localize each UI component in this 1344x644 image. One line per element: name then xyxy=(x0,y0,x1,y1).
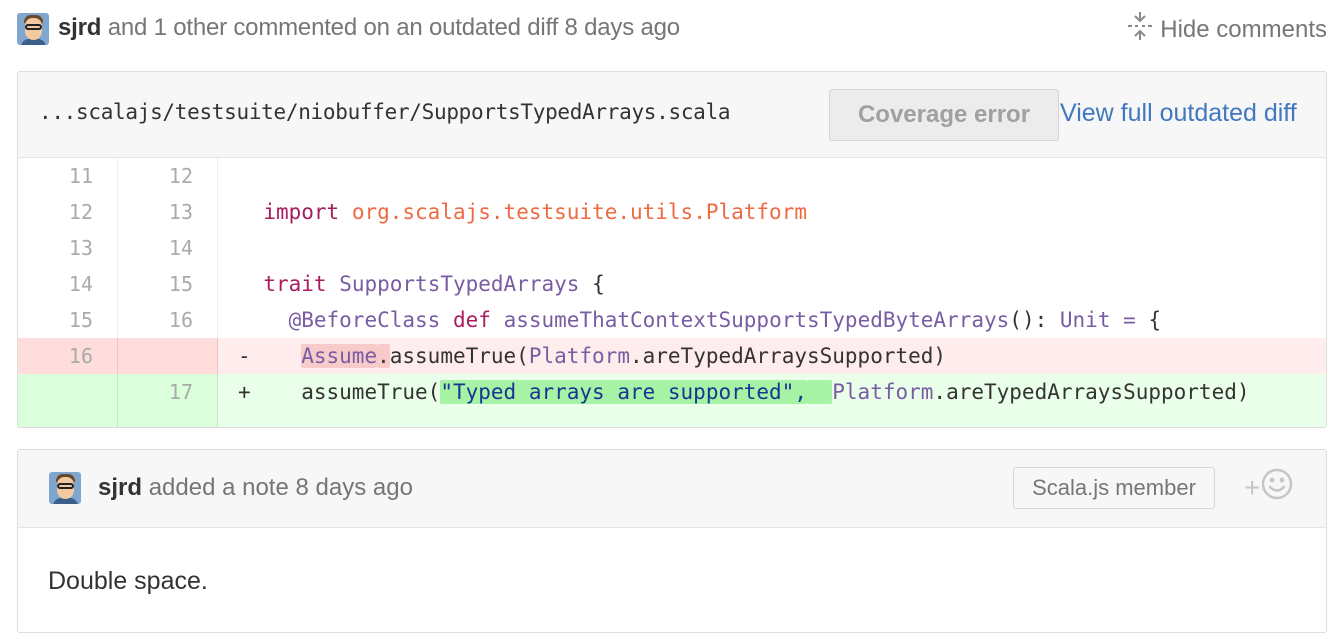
hide-comments-label: Hide comments xyxy=(1160,15,1327,43)
old-line-number[interactable]: 14 xyxy=(18,266,118,302)
type-token: Platform xyxy=(832,380,934,404)
diff-line: 13 14 xyxy=(18,230,1326,266)
event-summary: sjrd and 1 other commented on an outdate… xyxy=(58,14,680,42)
brace-token: { xyxy=(1148,308,1162,332)
new-line-number[interactable]: 13 xyxy=(118,194,218,230)
diff-sign xyxy=(238,308,251,332)
smiley-icon xyxy=(1260,468,1293,507)
avatar[interactable] xyxy=(49,472,81,504)
author-link[interactable]: sjrd xyxy=(98,474,142,501)
file-path: ...scalajs/testsuite/niobuffer/SupportsT… xyxy=(39,100,731,124)
diff-sign xyxy=(238,272,251,296)
new-line-number[interactable]: 16 xyxy=(118,302,218,338)
code-line: @BeforeClass def assumeThatContextSuppor… xyxy=(218,302,1162,338)
new-line-number[interactable]: 17 xyxy=(118,374,218,410)
deleted-token: Assume xyxy=(301,344,378,368)
diff-table: 11 12 12 13 import org.scalajs.testsuite… xyxy=(18,158,1326,427)
old-line-number[interactable]: 15 xyxy=(18,302,118,338)
added-space xyxy=(806,380,833,404)
diff-line: 14 15 trait SupportsTypedArrays { xyxy=(18,266,1326,302)
add-reaction-button[interactable]: + xyxy=(1244,468,1293,507)
old-line-number[interactable] xyxy=(18,374,118,410)
code-line: trait SupportsTypedArrays { xyxy=(218,266,605,302)
old-line-number[interactable]: 16 xyxy=(18,338,118,374)
coverage-error-button[interactable]: Coverage error xyxy=(829,89,1059,141)
call-token: assumeTrue( xyxy=(389,344,529,368)
type-token: Unit xyxy=(1059,308,1111,332)
method-name-token: assumeThatContextSupportsTypedByteArrays xyxy=(503,308,1010,332)
diff-line: 15 16 @BeforeClass def assumeThatContext… xyxy=(18,302,1326,338)
timeline-event-header: sjrd and 1 other commented on an outdate… xyxy=(0,0,1344,62)
added-token: "Typed arrays are supported", xyxy=(440,380,807,404)
old-line-number[interactable]: 11 xyxy=(18,158,118,194)
diff-file-header: ...scalajs/testsuite/niobuffer/SupportsT… xyxy=(18,72,1326,158)
keyword-token: trait xyxy=(263,272,327,296)
new-line-number[interactable]: 14 xyxy=(118,230,218,266)
brace-token: { xyxy=(592,272,605,296)
code-line: + assumeTrue("Typed arrays are supported… xyxy=(218,374,1250,410)
author-link[interactable]: sjrd xyxy=(58,14,101,41)
package-token: org.scalajs.testsuite.utils.Platform xyxy=(351,200,807,224)
review-comment: sjrd added a note 8 days ago Scala.js me… xyxy=(17,449,1327,633)
old-line-number[interactable]: 13 xyxy=(18,230,118,266)
view-full-diff-link[interactable]: View full outdated diff xyxy=(1060,99,1297,128)
comment-summary: sjrd added a note 8 days ago xyxy=(98,474,413,502)
new-line-number[interactable] xyxy=(118,338,218,374)
new-line-gutter xyxy=(118,410,218,427)
event-summary-text: and 1 other commented on an outdated dif… xyxy=(107,14,680,41)
type-token: SupportsTypedArrays xyxy=(339,272,580,296)
outdated-diff: ...scalajs/testsuite/niobuffer/SupportsT… xyxy=(17,71,1327,428)
comment-header: sjrd added a note 8 days ago Scala.js me… xyxy=(18,450,1326,528)
code-line: import org.scalajs.testsuite.utils.Platf… xyxy=(218,194,807,230)
comment-summary-text: added a note 8 days ago xyxy=(148,474,413,501)
member-badge: Scala.js member xyxy=(1013,467,1215,509)
call-token: .areTypedArraysSupported) xyxy=(629,344,947,368)
diff-line-deletion: 16 - Assume.assumeTrue(Platform.areTyped… xyxy=(18,338,1326,374)
code-line: - Assume.assumeTrue(Platform.areTypedArr… xyxy=(218,338,946,374)
new-line-number[interactable]: 15 xyxy=(118,266,218,302)
old-line-number[interactable]: 12 xyxy=(18,194,118,230)
hide-comments-button[interactable]: Hide comments xyxy=(1126,11,1327,48)
new-line-number[interactable]: 12 xyxy=(118,158,218,194)
reaction-plus: + xyxy=(1244,471,1261,503)
old-line-gutter xyxy=(18,410,118,427)
diff-sign: - xyxy=(238,344,251,368)
fold-icon xyxy=(1126,11,1154,48)
diff-line: 11 12 xyxy=(18,158,1326,194)
diff-sign: + xyxy=(238,380,251,404)
keyword-token: import xyxy=(263,200,340,224)
deleted-token: . xyxy=(377,344,390,368)
call-token: .areTypedArraysSupported) xyxy=(933,380,1250,404)
diff-line-addition: 17 + assumeTrue("Typed arrays are suppor… xyxy=(18,374,1326,410)
annotation-token: @BeforeClass xyxy=(288,308,441,332)
diff-sign xyxy=(238,200,251,224)
diff-line-filler xyxy=(18,410,1326,427)
avatar[interactable] xyxy=(17,13,49,45)
keyword-token: def xyxy=(452,308,491,332)
type-token: Platform xyxy=(528,344,630,368)
call-token: assumeTrue( xyxy=(301,380,441,404)
equals-token: = xyxy=(1123,308,1136,332)
parens-token: (): xyxy=(1009,308,1048,332)
diff-line: 12 13 import org.scalajs.testsuite.utils… xyxy=(18,194,1326,230)
comment-body: Double space. xyxy=(48,567,208,595)
